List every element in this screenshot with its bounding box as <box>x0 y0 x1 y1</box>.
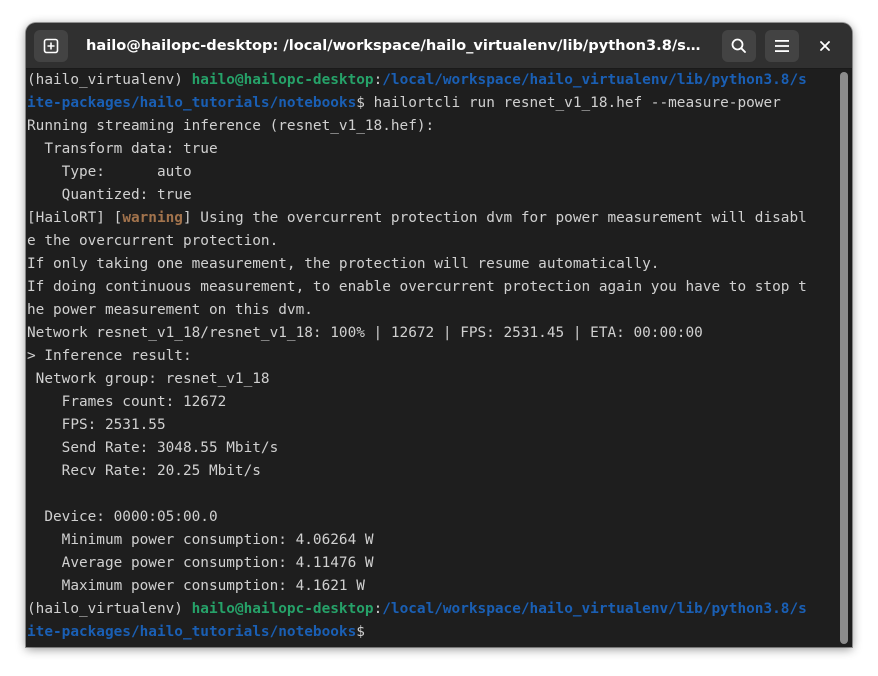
output-line: Running streaming inference (resnet_v1_1… <box>27 118 435 134</box>
new-tab-icon <box>43 38 59 54</box>
warning-label: warning <box>122 210 183 226</box>
window-title: hailo@hailopc-desktop: /local/workspace/… <box>86 37 701 54</box>
prompt-env: (hailo_virtualenv) <box>27 72 192 88</box>
output-line: If doing continuous measurement, to enab… <box>27 279 807 295</box>
vertical-scrollbar[interactable] <box>840 72 848 644</box>
warning-prefix: [HailoRT] [ <box>27 210 123 226</box>
progress-line: Network resnet_v1_18/resnet_v1_18: 100% … <box>27 325 703 341</box>
output-line: Device: 0000:05:00.0 <box>27 509 218 525</box>
output-line: FPS: 2531.55 <box>27 417 166 433</box>
terminal-output[interactable]: (hailo_virtualenv) hailo@hailopc-desktop… <box>26 69 838 647</box>
output-line: e the overcurrent protection. <box>27 233 279 249</box>
prompt-path-cont: ite-packages/hailo_tutorials/notebooks <box>27 95 357 111</box>
output-line: Send Rate: 3048.55 Mbit/s <box>27 440 279 456</box>
prompt-env: (hailo_virtualenv) <box>27 601 192 617</box>
output-line: Transform data: true <box>27 141 218 157</box>
output-line: Recv Rate: 20.25 Mbit/s <box>27 463 261 479</box>
prompt-line-cont: ite-packages/hailo_tutorials/notebooks$ <box>27 621 838 644</box>
output-line: Type: auto <box>27 164 192 180</box>
search-icon <box>731 38 746 53</box>
prompt-user-host: hailo@hailopc-desktop <box>191 601 374 617</box>
prompt-line: (hailo_virtualenv) hailo@hailopc-desktop… <box>27 598 838 621</box>
new-tab-button[interactable] <box>34 30 68 62</box>
output-line: he power measurement on this dvm. <box>27 302 313 318</box>
search-button[interactable] <box>722 30 756 62</box>
prompt-path: /local/workspace/hailo_virtualenv/lib/py… <box>382 601 807 617</box>
prompt-separator: : <box>373 601 383 617</box>
close-icon <box>820 41 830 51</box>
prompt-dollar: $ <box>356 624 365 640</box>
menu-button[interactable] <box>765 30 799 62</box>
output-line: If only taking one measurement, the prot… <box>27 256 660 272</box>
output-line: > Inference result: <box>27 348 192 364</box>
output-line: Maximum power consumption: 4.1621 W <box>27 578 365 594</box>
prompt-separator: : <box>373 72 383 88</box>
output-line: Minimum power consumption: 4.06264 W <box>27 532 374 548</box>
output-line: Network group: resnet_v1_18 <box>27 371 270 387</box>
header-bar: hailo@hailopc-desktop: /local/workspace/… <box>26 23 852 69</box>
prompt-user-host: hailo@hailopc-desktop <box>191 72 374 88</box>
hamburger-menu-icon <box>775 40 789 52</box>
prompt-line-cont: ite-packages/hailo_tutorials/notebooks$ … <box>27 92 838 115</box>
command-text: hailortcli run resnet_v1_18.hef --measur… <box>373 95 781 111</box>
output-line: Frames count: 12672 <box>27 394 227 410</box>
prompt-path-cont: ite-packages/hailo_tutorials/notebooks <box>27 624 357 640</box>
prompt-dollar: $ <box>356 95 374 111</box>
warning-message: ] Using the overcurrent protection dvm f… <box>182 210 807 226</box>
terminal-window: hailo@hailopc-desktop: /local/workspace/… <box>26 23 852 647</box>
warning-line: [HailoRT] [warning] Using the overcurren… <box>27 207 838 230</box>
output-line: Average power consumption: 4.11476 W <box>27 555 374 571</box>
prompt-line: (hailo_virtualenv) hailo@hailopc-desktop… <box>27 69 838 92</box>
prompt-path: /local/workspace/hailo_virtualenv/lib/py… <box>382 72 807 88</box>
output-line: Quantized: true <box>27 187 192 203</box>
close-window-button[interactable] <box>812 33 838 59</box>
